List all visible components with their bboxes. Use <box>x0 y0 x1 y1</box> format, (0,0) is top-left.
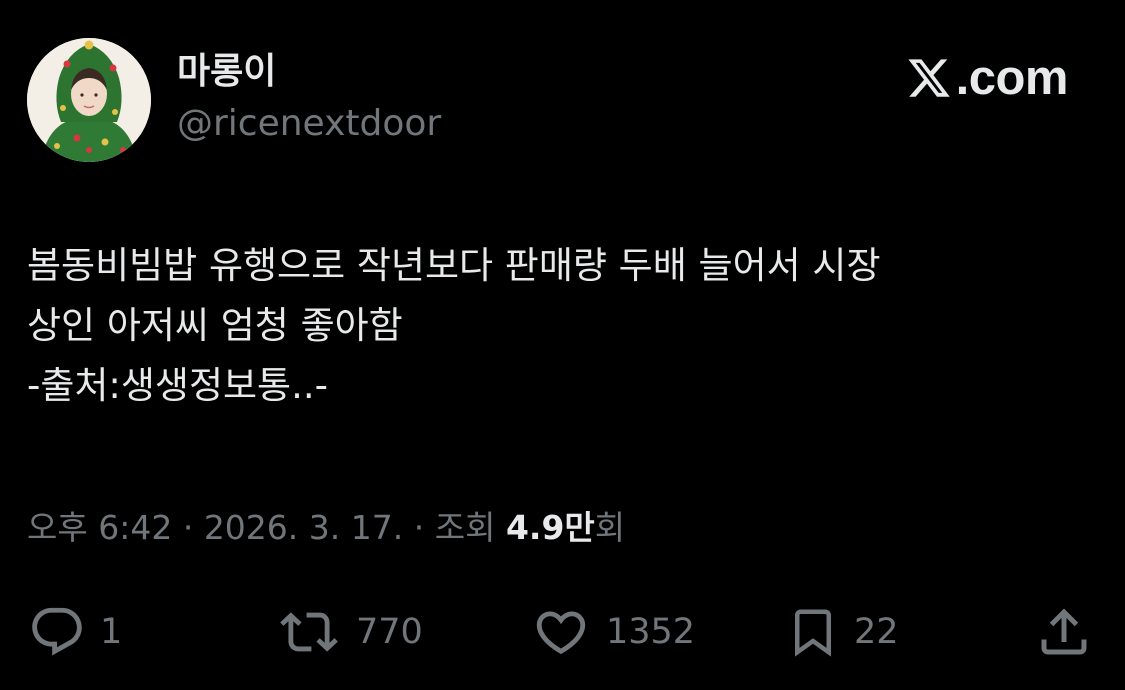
user-handle[interactable]: @ricenextdoor <box>177 102 441 146</box>
reply-count: 1 <box>100 612 123 652</box>
retweet-button[interactable]: 770 <box>276 600 423 664</box>
bookmark-button[interactable]: 22 <box>786 600 899 664</box>
tweet-time[interactable]: 오후 6:42 <box>27 508 172 547</box>
reply-button[interactable]: 1 <box>28 600 122 664</box>
reply-icon <box>32 607 82 656</box>
views-count: 4.9만 <box>505 508 595 547</box>
tweet-text-line: 상인 아저씨 엄청 좋아함 <box>27 304 403 347</box>
bookmark-icon <box>795 609 831 657</box>
display-name[interactable]: 마롱이 <box>177 50 276 94</box>
share-icon <box>1041 608 1087 655</box>
brand-watermark: .com <box>906 50 1069 106</box>
meta-separator: · <box>172 508 204 547</box>
tweet-meta: 오후 6:42 · 2026. 3. 17. · 조회 4.9만회 <box>27 506 625 550</box>
views-label: 조회 <box>434 508 496 547</box>
tweet-text: 봄동비빔밥 유행으로 작년보다 판매량 두배 늘어서 시장 상인 아저씨 엄청 … <box>27 236 1087 416</box>
avatar[interactable] <box>27 38 151 162</box>
tweet-text-line: 봄동비빔밥 유행으로 작년보다 판매량 두배 늘어서 시장 <box>27 244 881 287</box>
tweet-date[interactable]: 2026. 3. 17. <box>204 508 403 547</box>
tweet-text-line: -출처:생생정보통..- <box>27 364 328 407</box>
like-button[interactable]: 1352 <box>530 600 695 664</box>
x-logo-icon <box>908 59 950 97</box>
retweet-count: 770 <box>356 612 423 652</box>
bookmark-count: 22 <box>854 612 899 652</box>
meta-separator: · <box>403 508 435 547</box>
avatar-image <box>27 38 151 162</box>
views-suffix: 회 <box>594 508 626 547</box>
retweet-icon <box>280 612 338 652</box>
like-count: 1352 <box>606 612 696 652</box>
action-bar: 1 770 1352 22 <box>0 600 1125 664</box>
share-button[interactable] <box>1034 600 1094 664</box>
heart-icon <box>536 611 586 655</box>
brand-domain: .com <box>955 51 1069 105</box>
